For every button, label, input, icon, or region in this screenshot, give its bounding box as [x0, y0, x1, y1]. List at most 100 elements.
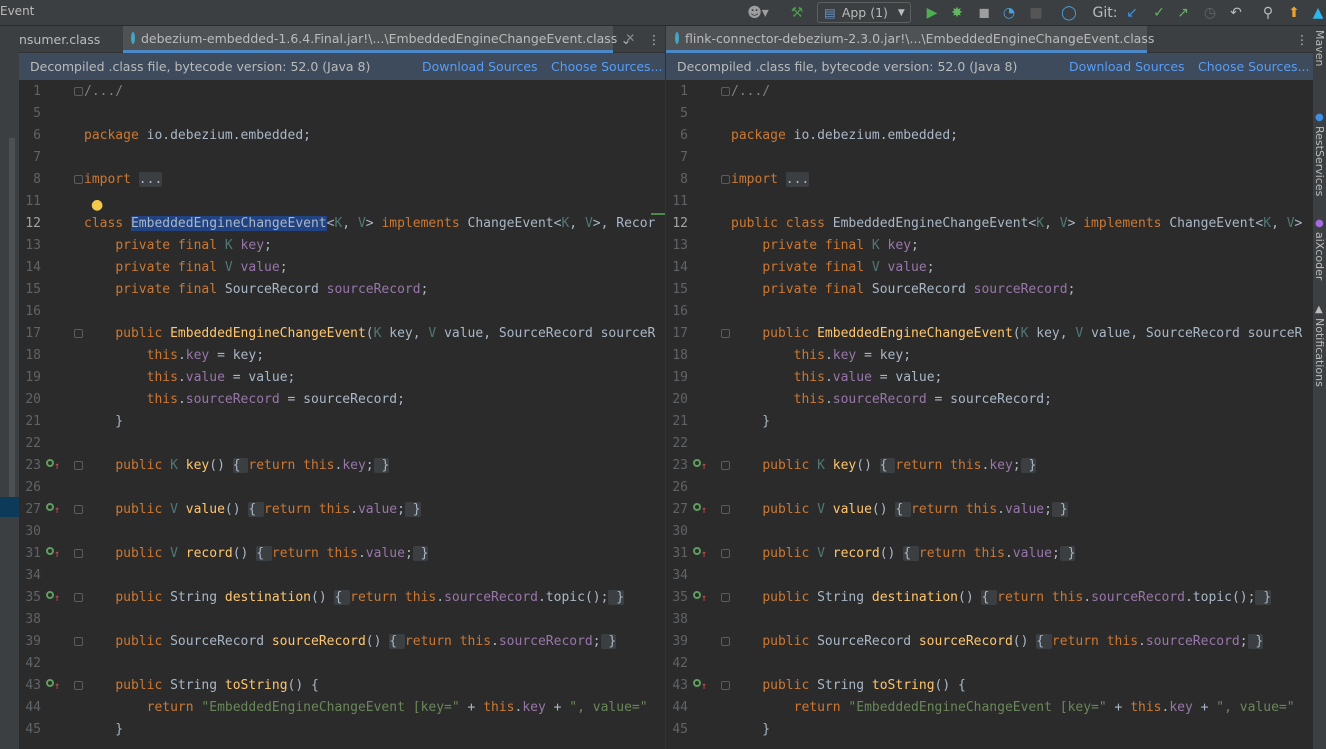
run-icon[interactable]: ▶ — [923, 0, 941, 25]
tab-consumer-class[interactable]: nsumer.class — [19, 26, 123, 53]
line-number[interactable]: 11 — [666, 191, 688, 213]
override-arrow-icon[interactable]: ↑ — [54, 500, 60, 522]
code-line[interactable]: 35 ↑ public String destination() { return… — [19, 587, 665, 609]
line-number[interactable]: 13 — [666, 235, 688, 257]
line-number[interactable]: 18 — [666, 345, 688, 367]
more-vert-icon[interactable]: ⋮ — [645, 26, 663, 53]
line-number[interactable]: 38 — [666, 609, 688, 631]
line-number[interactable]: 18 — [19, 345, 41, 367]
fold-toggle-icon[interactable] — [74, 87, 83, 96]
code-line[interactable]: 26 — [666, 477, 1313, 499]
git-push-icon[interactable]: ↗ — [1174, 0, 1192, 25]
code-line[interactable]: 5 — [19, 103, 665, 125]
line-number[interactable]: 16 — [666, 301, 688, 323]
line-number[interactable]: 43 — [666, 675, 688, 697]
implements-gutter-icon[interactable] — [693, 547, 701, 555]
code-line[interactable]: 20 this.sourceRecord = sourceRecord; — [19, 389, 665, 411]
line-number[interactable]: 11 — [19, 191, 41, 213]
line-number[interactable]: 31 — [666, 543, 688, 565]
override-arrow-icon[interactable]: ↑ — [701, 500, 707, 522]
coverage-icon[interactable]: ◼ — [975, 0, 993, 25]
line-number[interactable]: 15 — [666, 279, 688, 301]
code-line[interactable]: 6 package io.debezium.embedded; — [19, 125, 665, 147]
line-number[interactable]: 23 — [19, 455, 41, 477]
code-line[interactable]: 1 /.../ — [666, 81, 1313, 103]
line-number[interactable]: 21 — [666, 411, 688, 433]
tab-embedded-change-event-right[interactable]: flink-connector-debezium-2.3.0.jar!\...\… — [666, 26, 1154, 53]
line-number[interactable]: 27 — [666, 499, 688, 521]
line-number[interactable]: 30 — [666, 521, 688, 543]
code-line[interactable]: 30 — [19, 521, 665, 543]
line-number[interactable]: 42 — [19, 653, 41, 675]
code-line[interactable]: 7 — [19, 147, 665, 169]
tool-window-aixcoder[interactable]: aiXcoder — [1313, 232, 1326, 280]
code-line[interactable]: 22 — [666, 433, 1313, 455]
line-number[interactable]: 42 — [666, 653, 688, 675]
fold-toggle-icon[interactable] — [721, 461, 730, 470]
upgrade-icon[interactable]: ⬆ — [1284, 0, 1304, 25]
line-number[interactable]: 21 — [19, 411, 41, 433]
line-number[interactable]: 26 — [19, 477, 41, 499]
profile-icon[interactable]: ◔ — [1000, 0, 1018, 25]
fold-toggle-icon[interactable] — [74, 549, 83, 558]
code-line[interactable]: 23 ↑ public K key() { return this.key; } — [666, 455, 1313, 477]
code-line[interactable]: 17 public EmbeddedEngineChangeEvent(K ke… — [666, 323, 1313, 345]
line-number[interactable]: 7 — [666, 147, 688, 169]
fold-toggle-icon[interactable] — [74, 681, 83, 690]
hammer-icon[interactable]: ⚒ — [788, 0, 806, 25]
line-number[interactable]: 6 — [19, 125, 41, 147]
code-line[interactable]: 13 private final K key; — [666, 235, 1313, 257]
code-line[interactable]: 35 ↑ public String destination() { return… — [666, 587, 1313, 609]
choose-sources-link[interactable]: Choose Sources... — [551, 59, 663, 74]
code-line[interactable]: 44 return "EmbeddedEngineChangeEvent [ke… — [19, 697, 665, 719]
code-line[interactable]: 13 private final K key; — [19, 235, 665, 257]
implements-gutter-icon[interactable] — [693, 459, 701, 467]
code-line[interactable]: 23 ↑ public K key() { return this.key; } — [19, 455, 665, 477]
code-line[interactable]: 44 return "EmbeddedEngineChangeEvent [ke… — [666, 697, 1313, 719]
line-number[interactable]: 12 — [666, 213, 688, 235]
code-line[interactable]: 27 ↑ public V value() { return this.value… — [19, 499, 665, 521]
tool-window-restservices[interactable]: RestServices — [1313, 126, 1326, 196]
run-config-select[interactable]: ▤ App (1) ▼ — [817, 2, 911, 23]
code-line[interactable]: 42 — [19, 653, 665, 675]
debug-icon[interactable]: ✸ — [948, 0, 966, 25]
line-number[interactable]: 44 — [19, 697, 41, 719]
code-line[interactable]: 34 — [19, 565, 665, 587]
line-number[interactable]: 5 — [19, 103, 41, 125]
implements-gutter-icon[interactable] — [693, 503, 701, 511]
fold-toggle-icon[interactable] — [721, 505, 730, 514]
fold-toggle-icon[interactable] — [721, 637, 730, 646]
code-line[interactable]: 38 — [666, 609, 1313, 631]
selected-tool-item[interactable] — [0, 497, 19, 517]
fold-toggle-icon[interactable] — [721, 329, 730, 338]
tab-embedded-change-event-left[interactable]: debezium-embedded-1.6.4.Final.jar!\...\E… — [123, 26, 635, 53]
line-number[interactable]: 5 — [666, 103, 688, 125]
code-line[interactable]: 8 import ... — [666, 169, 1313, 191]
implements-gutter-icon[interactable] — [693, 679, 701, 687]
stop-icon[interactable]: ■ — [1027, 0, 1045, 25]
line-number[interactable]: 23 — [666, 455, 688, 477]
code-line[interactable]: 1 /.../ — [19, 81, 665, 103]
git-update-icon[interactable]: ↙ — [1123, 0, 1141, 25]
line-number[interactable]: 44 — [666, 697, 688, 719]
code-line[interactable]: 5 — [666, 103, 1313, 125]
override-arrow-icon[interactable]: ↑ — [701, 588, 707, 610]
override-arrow-icon[interactable]: ↑ — [54, 588, 60, 610]
code-line[interactable]: 45 } — [19, 719, 665, 741]
implements-gutter-icon[interactable] — [46, 547, 54, 555]
download-sources-link[interactable]: Download Sources — [1069, 59, 1185, 74]
line-number[interactable]: 27 — [19, 499, 41, 521]
line-number[interactable]: 1 — [666, 81, 688, 103]
implements-gutter-icon[interactable] — [46, 503, 54, 511]
jetbrains-icon[interactable]: ▲ — [1310, 0, 1326, 25]
tab-list-chevron-icon[interactable]: ⌄ — [617, 26, 635, 53]
line-number[interactable]: 45 — [666, 719, 688, 741]
line-number[interactable]: 34 — [19, 565, 41, 587]
implements-gutter-icon[interactable] — [693, 591, 701, 599]
line-number[interactable]: 19 — [19, 367, 41, 389]
line-number[interactable]: 35 — [666, 587, 688, 609]
code-line[interactable]: 34 — [666, 565, 1313, 587]
line-number[interactable]: 20 — [19, 389, 41, 411]
line-number[interactable]: 16 — [19, 301, 41, 323]
fold-toggle-icon[interactable] — [74, 175, 83, 184]
